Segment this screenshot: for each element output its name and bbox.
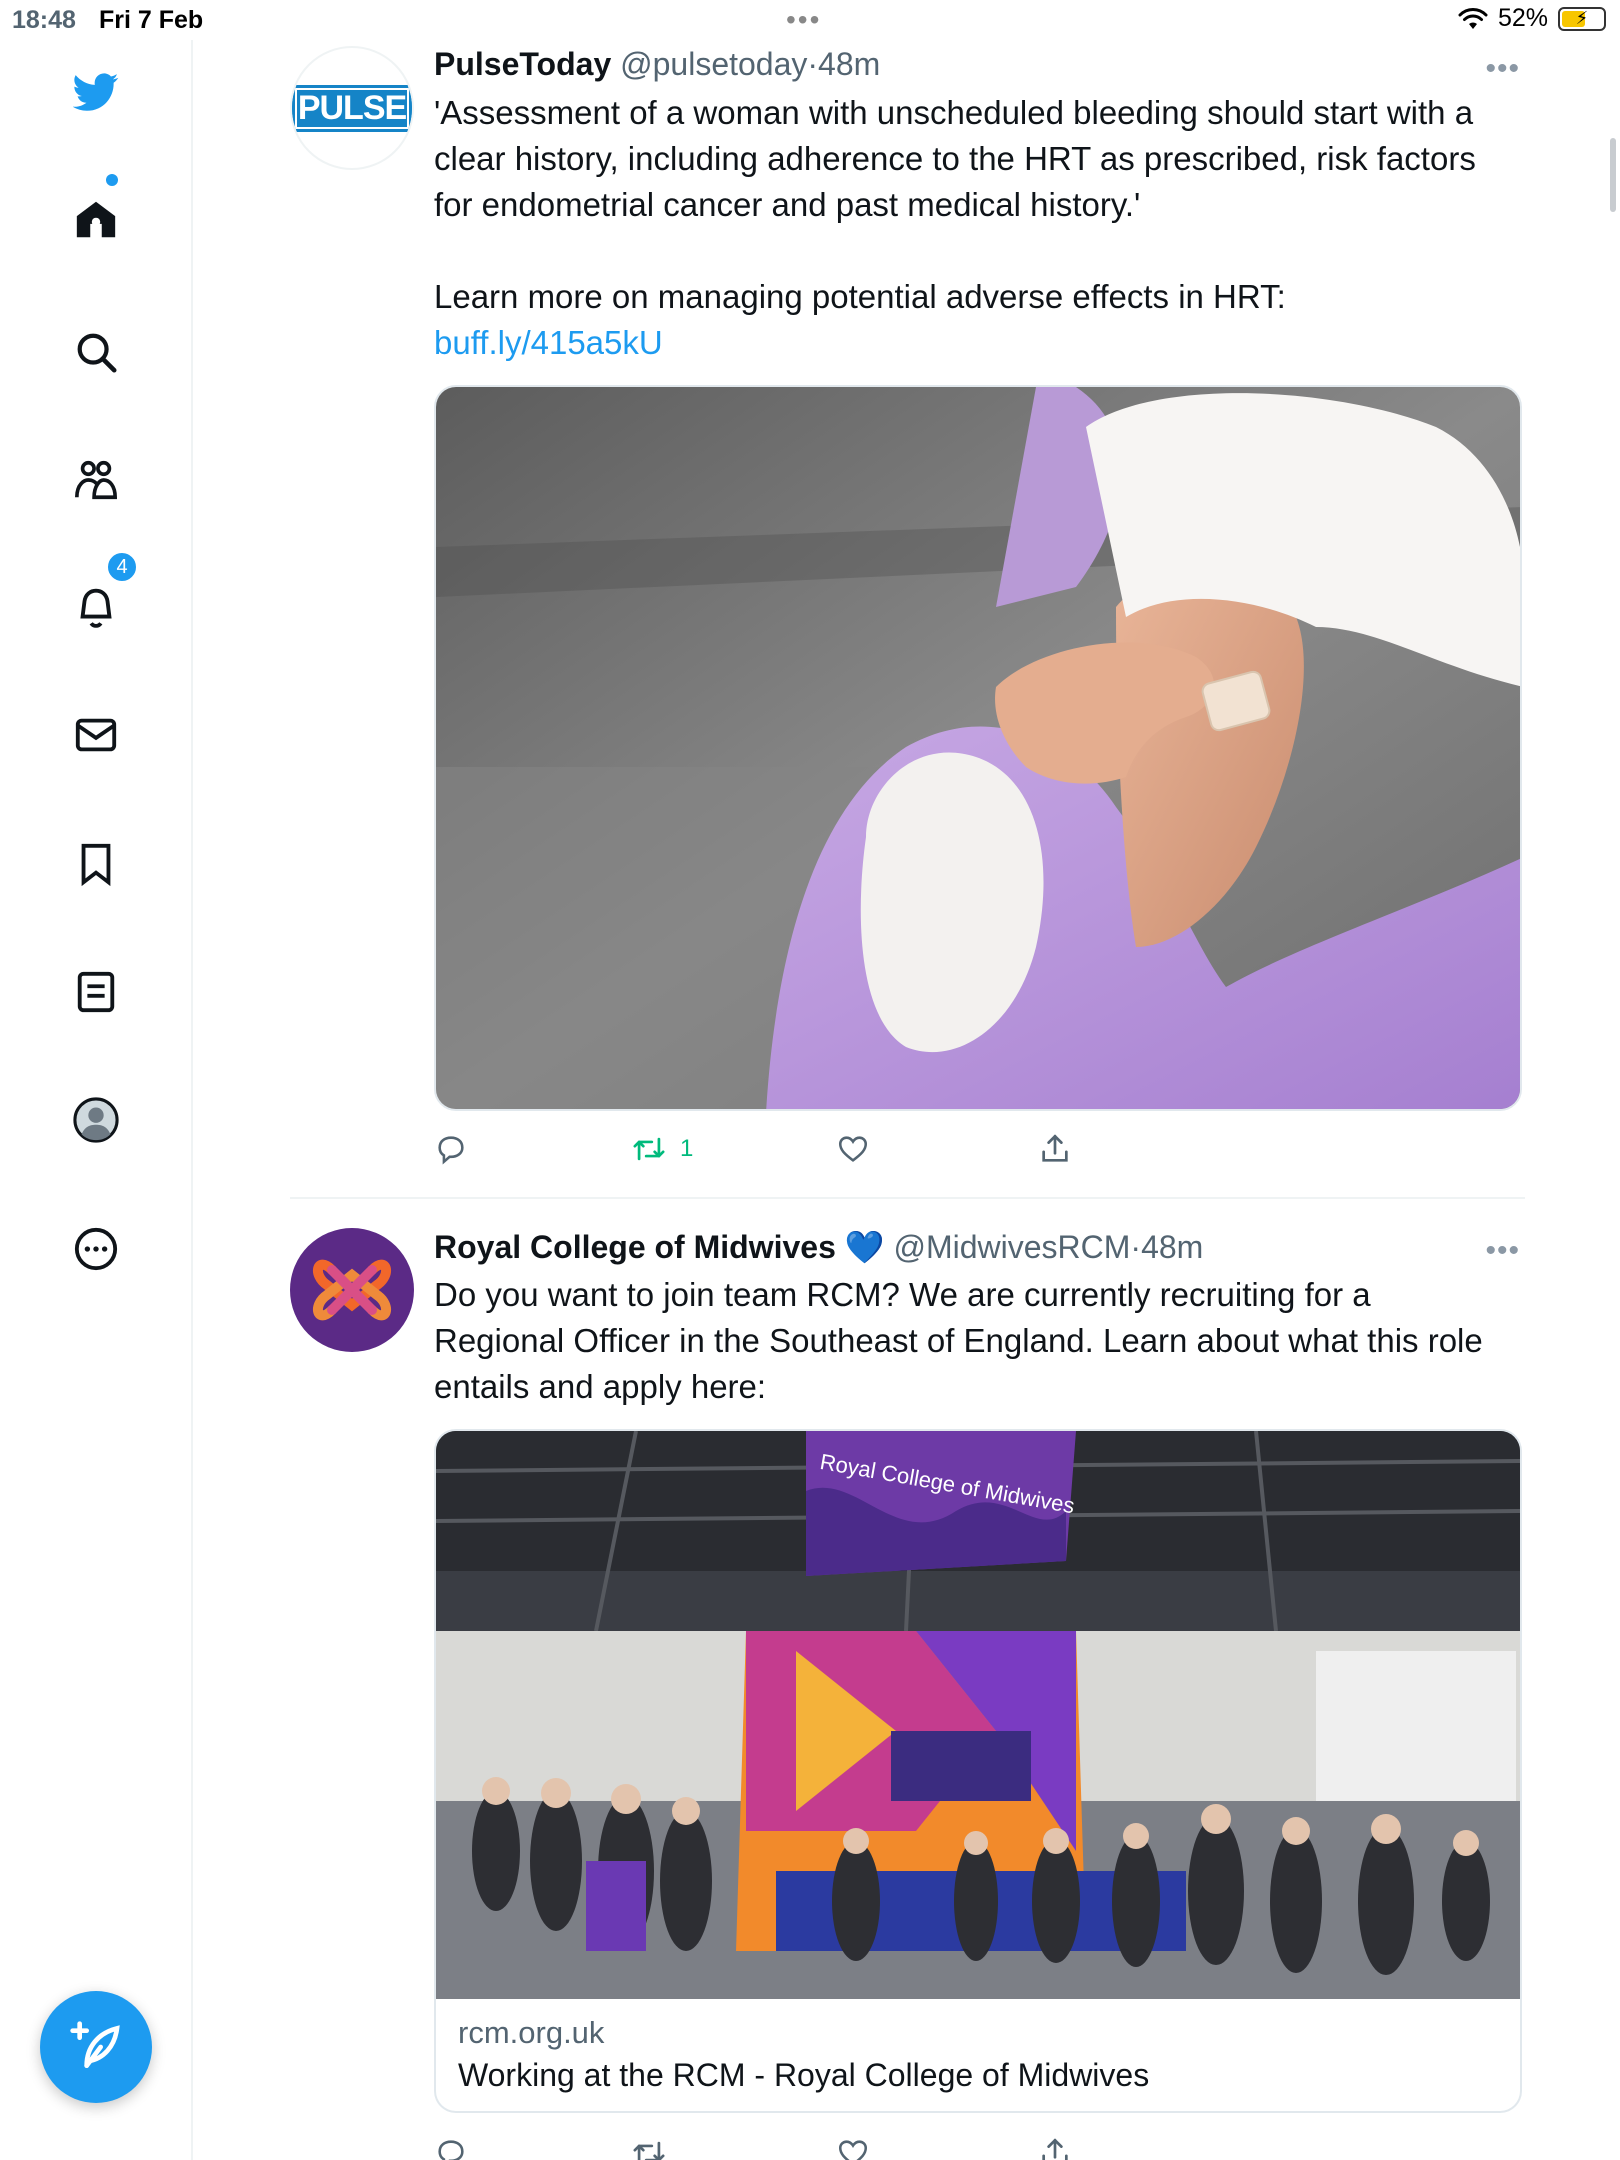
reply-button[interactable]: [434, 1132, 468, 1166]
separator: ·: [807, 46, 819, 82]
tweet-text: Do you want to join team RCM? We are cur…: [434, 1272, 1522, 1410]
share-button[interactable]: [1038, 2136, 1072, 2160]
tweet-text-line: [434, 228, 1522, 274]
reply-icon: [438, 1136, 464, 1165]
share-button[interactable]: [1038, 1132, 1072, 1166]
retweet-button[interactable]: [632, 2136, 666, 2160]
tweet-header: PulseToday @pulsetoday·48m: [434, 46, 1522, 90]
tweet-link[interactable]: buff.ly/415a5kU: [434, 320, 1522, 366]
tweet-time[interactable]: 48m: [1141, 1229, 1203, 1265]
retweet-icon: [633, 1137, 665, 1161]
profile-icon[interactable]: [70, 1094, 122, 1146]
reply-icon: [438, 2140, 464, 2160]
communities-icon[interactable]: [70, 454, 122, 506]
like-button[interactable]: [836, 2136, 870, 2160]
avatar[interactable]: [290, 1228, 414, 1352]
rcm-logo: [313, 1259, 391, 1321]
retweet-icon: [633, 2141, 665, 2160]
link-card[interactable]: rcm.org.uk Working at the RCM - Royal Co…: [434, 1999, 1522, 2113]
twitter-bird-icon[interactable]: [70, 66, 122, 118]
timeline: PULSE PulseToday @pulsetoday·48m ••• 'As…: [195, 0, 1620, 2160]
sidebar: 4: [0, 40, 193, 2160]
tweet-text: 'Assessment of a woman with unscheduled …: [434, 90, 1522, 366]
status-date: Fri 7 Feb: [99, 6, 204, 34]
retweet-button[interactable]: 1: [632, 1132, 693, 1166]
author-handle[interactable]: @pulsetoday: [620, 46, 807, 82]
lists-icon[interactable]: [70, 966, 122, 1018]
messages-icon[interactable]: [70, 709, 122, 761]
more-icon[interactable]: [70, 1223, 122, 1275]
compose-button[interactable]: [40, 1991, 152, 2103]
heart-icon: [838, 1136, 868, 1162]
tweet-text-line: clear history, including adherence to th…: [434, 140, 1476, 177]
tweet-more-icon[interactable]: •••: [1485, 52, 1520, 86]
scrollbar[interactable]: [1610, 138, 1616, 212]
tweet-text-line: Regional Officer in the Southeast of Eng…: [434, 1322, 1483, 1359]
tweet-text-line: Do you want to join team RCM? We are cur…: [434, 1276, 1371, 1313]
compose-feather-icon: [70, 2021, 120, 2068]
tweet-actions: 1: [434, 1132, 1522, 1172]
bookmarks-icon[interactable]: [70, 838, 122, 890]
link-card-domain: rcm.org.uk: [458, 2015, 605, 2050]
tweet-body: PulseToday @pulsetoday·48m ••• 'Assessme…: [434, 46, 1522, 1165]
link-card-title: Working at the RCM - Royal College of Mi…: [458, 2057, 1150, 2093]
notifications-icon[interactable]: [70, 581, 122, 633]
tweet-time[interactable]: 48m: [818, 46, 880, 82]
photo-arm-plaster: [436, 387, 1520, 1109]
tweet-text-line: 'Assessment of a woman with unscheduled …: [434, 94, 1474, 131]
link-card-image[interactable]: Royal College of Midwives: [434, 1429, 1522, 1999]
tweet-actions: [434, 2136, 1522, 2160]
photo-conference-stand: Royal College of Midwives: [436, 1431, 1520, 1999]
tweet-text-line: Learn more on managing potential adverse…: [434, 278, 1286, 315]
status-time: 18:48: [12, 6, 76, 34]
avatar-logo: PULSE: [292, 84, 412, 132]
heart-icon: [838, 2140, 868, 2160]
tweet[interactable]: PULSE PulseToday @pulsetoday·48m ••• 'As…: [290, 46, 1525, 1165]
home-icon[interactable]: [70, 194, 122, 246]
separator: ·: [1130, 1229, 1142, 1265]
author-handle[interactable]: @MidwivesRCM: [893, 1229, 1130, 1265]
tweet-header: Royal College of Midwives 💙 @MidwivesRCM…: [434, 1228, 1522, 1272]
reply-button[interactable]: [434, 2136, 468, 2160]
tweet-text-line: entails and apply here:: [434, 1368, 767, 1405]
tweet[interactable]: Royal College of Midwives 💙 @MidwivesRCM…: [290, 1228, 1525, 2160]
notifications-badge: 4: [106, 551, 138, 583]
tweet-divider: [290, 1197, 1525, 1199]
tweet-image[interactable]: [434, 385, 1522, 1111]
search-icon[interactable]: [70, 326, 122, 378]
author-name[interactable]: Royal College of Midwives: [434, 1229, 836, 1265]
share-icon: [1042, 1134, 1068, 1162]
tweet-body: Royal College of Midwives 💙 @MidwivesRCM…: [434, 1228, 1522, 2160]
tweet-more-icon[interactable]: •••: [1485, 1234, 1520, 1268]
avatar[interactable]: PULSE: [290, 46, 414, 170]
tweet-text-line: for endometrial cancer and past medical …: [434, 186, 1141, 223]
like-button[interactable]: [836, 1132, 870, 1166]
author-name[interactable]: PulseToday: [434, 46, 611, 82]
blue-heart-emoji: 💙: [844, 1229, 885, 1265]
retweet-count: 1: [680, 1135, 694, 1162]
share-icon: [1042, 2138, 1068, 2160]
home-notification-dot: [106, 174, 118, 186]
